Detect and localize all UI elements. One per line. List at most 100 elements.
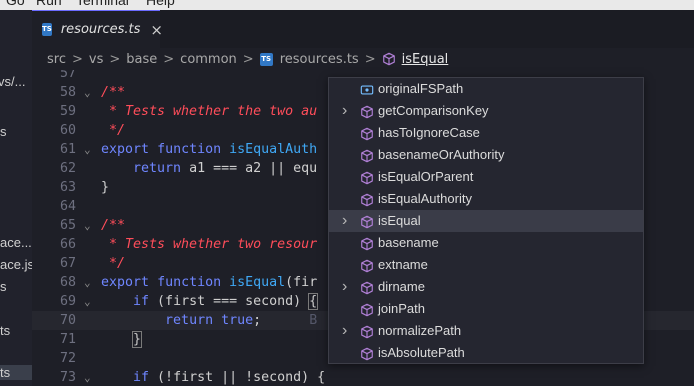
breadcrumb-item[interactable]: common bbox=[180, 52, 237, 67]
code-text: /** bbox=[101, 83, 125, 102]
line-number: 66 bbox=[59, 237, 76, 252]
code-token: /** bbox=[101, 218, 126, 233]
suggestion-label: hasToIgnoreCase bbox=[378, 125, 480, 140]
menu-bar: Go Run Terminal Help bbox=[0, 0, 694, 10]
code-token: */ bbox=[101, 123, 126, 138]
method-cube-icon bbox=[360, 148, 374, 163]
suggestion-item[interactable]: basename bbox=[329, 232, 643, 254]
breadcrumb-item[interactable]: base bbox=[126, 52, 157, 67]
suggestion-item[interactable]: › isEqual bbox=[329, 210, 643, 232]
method-cube-icon bbox=[360, 104, 374, 119]
suggestion-label: getComparisonKey bbox=[378, 103, 489, 118]
explorer-item[interactable]: ts bbox=[0, 323, 10, 338]
explorer-item[interactable]: ace.js bbox=[0, 257, 32, 272]
suggestion-label: originalFSPath bbox=[378, 81, 464, 96]
method-cube-icon bbox=[360, 192, 374, 207]
suggestion-label: dirname bbox=[378, 279, 425, 294]
code-text: return a1 === a2 || equ bbox=[101, 159, 317, 178]
suggestion-item[interactable]: basenameOrAuthority bbox=[329, 144, 643, 166]
line-number: 70 bbox=[59, 313, 76, 328]
fold-chevron-icon[interactable]: ⌄ bbox=[84, 292, 91, 311]
chevron-right-icon[interactable]: › bbox=[342, 210, 347, 232]
suggestion-label: isEqualAuthority bbox=[378, 191, 472, 206]
menu-help[interactable]: Help bbox=[146, 0, 175, 8]
menu-run[interactable]: Run bbox=[36, 0, 62, 8]
line-number: 69 bbox=[59, 294, 76, 309]
tab-label: resources.ts bbox=[60, 22, 141, 37]
field-icon bbox=[360, 82, 374, 96]
suggestion-item[interactable]: joinPath bbox=[329, 298, 643, 320]
matched-bracket: } bbox=[132, 331, 143, 348]
suggestion-item[interactable]: › getComparisonKey bbox=[329, 100, 643, 122]
code-text: if (first === second) { bbox=[101, 292, 319, 311]
code-token: true bbox=[221, 313, 254, 328]
line-number: 67 bbox=[59, 256, 76, 271]
chevron-right-icon: > bbox=[71, 51, 83, 67]
line-number: 65 bbox=[59, 218, 76, 233]
tab-resources-ts[interactable]: TS resources.ts × bbox=[32, 10, 163, 48]
fold-chevron-icon[interactable]: ⌄ bbox=[84, 140, 91, 159]
chevron-right-icon[interactable]: › bbox=[342, 100, 347, 122]
code-token: if bbox=[133, 294, 150, 309]
code-token: return bbox=[133, 161, 182, 176]
suggestion-item[interactable]: isEqualOrParent bbox=[329, 166, 643, 188]
method-cube-icon bbox=[382, 52, 395, 66]
code-token: * Tests whether the two au bbox=[101, 104, 318, 119]
code-text: if (!first || !second) { bbox=[101, 368, 325, 386]
fold-chevron-icon[interactable]: ⌄ bbox=[84, 273, 91, 292]
suggestion-item[interactable]: originalFSPath bbox=[329, 78, 643, 100]
explorer-item[interactable]: s bbox=[0, 279, 7, 294]
code-line[interactable]: 73 ⌄ if (!first || !second) { bbox=[32, 368, 694, 386]
code-text: /** bbox=[101, 216, 125, 235]
chevron-right-icon[interactable]: › bbox=[342, 320, 347, 342]
tab-bar: TS resources.ts × bbox=[32, 10, 694, 48]
suggestion-item[interactable]: hasToIgnoreCase bbox=[329, 122, 643, 144]
method-cube-icon bbox=[360, 324, 374, 339]
code-token: if bbox=[133, 370, 150, 385]
code-token: function bbox=[157, 142, 222, 157]
typescript-file-icon: TS bbox=[259, 52, 273, 66]
explorer-item[interactable]: vs/... bbox=[0, 74, 25, 89]
code-text: } bbox=[101, 330, 143, 349]
chevron-right-icon[interactable]: › bbox=[342, 276, 347, 298]
suggestion-item[interactable]: › normalizePath bbox=[329, 320, 643, 342]
menu-go[interactable]: Go bbox=[6, 0, 25, 8]
explorer-item-active[interactable]: ts bbox=[0, 365, 32, 380]
suggestion-item[interactable]: isEqualAuthority bbox=[329, 188, 643, 210]
suggestion-label: basenameOrAuthority bbox=[378, 147, 505, 162]
code-token: function bbox=[157, 275, 222, 290]
breadcrumb-item[interactable]: vs bbox=[89, 52, 103, 67]
line-number: 73 bbox=[59, 370, 76, 385]
suggestion-label: isAbsolutePath bbox=[378, 345, 465, 360]
method-cube-icon bbox=[360, 280, 374, 295]
line-number: 57 bbox=[59, 70, 76, 81]
code-token: * Tests whether two resour bbox=[101, 237, 318, 252]
breadcrumb-current[interactable]: isEqual bbox=[402, 52, 449, 67]
line-number: 62 bbox=[59, 161, 76, 176]
code-token: export bbox=[101, 142, 150, 157]
suggestion-item[interactable]: › dirname bbox=[329, 276, 643, 298]
method-cube-icon bbox=[360, 346, 374, 361]
close-icon[interactable]: × bbox=[150, 21, 163, 39]
code-token: (!first || !second) { bbox=[149, 370, 326, 385]
fold-chevron-icon[interactable]: ⌄ bbox=[84, 83, 91, 102]
breadcrumb-item[interactable]: src bbox=[47, 52, 66, 67]
line-number: 63 bbox=[59, 180, 76, 195]
code-token: */ bbox=[101, 256, 126, 271]
fold-chevron-icon[interactable]: ⌄ bbox=[84, 216, 91, 235]
explorer-item[interactable]: ace... bbox=[0, 235, 32, 250]
method-cube-icon bbox=[360, 170, 374, 185]
suggestion-item[interactable]: isAbsolutePath bbox=[329, 342, 643, 363]
explorer-item[interactable]: s bbox=[0, 124, 7, 139]
method-cube-icon bbox=[360, 258, 374, 273]
breadcrumb-item[interactable]: resources.ts bbox=[280, 52, 359, 67]
method-cube-icon bbox=[360, 236, 374, 251]
suggestion-label: isEqual bbox=[378, 213, 421, 228]
method-cube-icon bbox=[360, 214, 374, 229]
suggestion-item[interactable]: extname bbox=[329, 254, 643, 276]
fold-chevron-icon[interactable]: ⌄ bbox=[84, 368, 91, 386]
menu-terminal[interactable]: Terminal bbox=[76, 0, 129, 8]
